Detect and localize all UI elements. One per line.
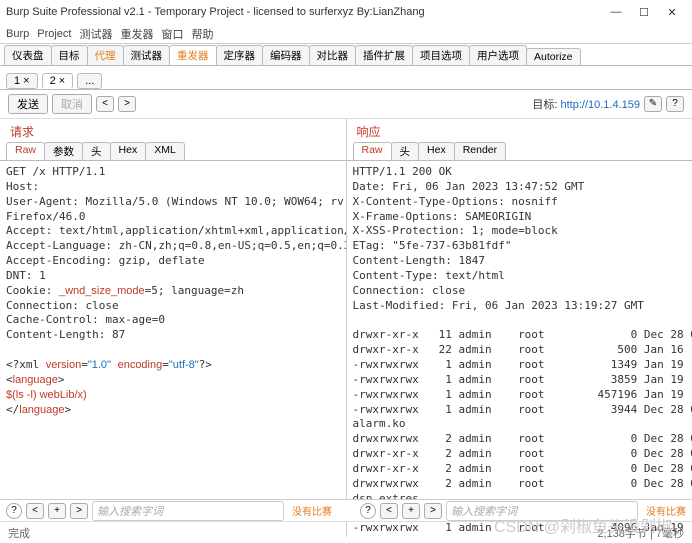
search-next-r[interactable]: + [402,503,420,519]
tab-编码器[interactable]: 编码器 [262,45,310,65]
send-button[interactable]: 发送 [8,94,48,114]
repeater-tab-0[interactable]: 1 × [6,73,38,89]
no-match-right: 没有比赛 [646,503,686,518]
action-row: 发送 取消 < > 目标: http://10.1.4.159 ✎ ? [0,90,692,119]
response-pane: 响应 Raw头HexRender HTTP/1.1 200 OK Date: F… [347,119,692,537]
request-tab-参数[interactable]: 参数 [44,142,83,160]
help-button[interactable]: ? [666,96,684,112]
tab-插件扩展[interactable]: 插件扩展 [355,45,413,65]
response-title: 响应 [347,119,692,140]
request-tab-头[interactable]: 头 [82,142,111,160]
search-bar: ? < + > 输入搜索字词 没有比赛 ? < + > 输入搜索字词 没有比赛 [0,499,692,521]
status-right: 2,138字节 | 7毫秒 [597,525,684,541]
menu-测试器[interactable]: 测试器 [80,26,113,42]
repeater-tab-1[interactable]: 2 × [42,73,74,89]
request-pane: 请求 Raw参数头HexXML GET /x HTTP/1.1 Host: Us… [0,119,347,537]
target-edit-icon[interactable]: ✎ [644,96,662,112]
tab-用户选项[interactable]: 用户选项 [469,45,527,65]
response-tabs: Raw头HexRender [347,140,692,161]
gear-icon-right[interactable]: ? [360,503,376,519]
menu-帮助[interactable]: 帮助 [192,26,214,42]
search-more-r[interactable]: > [424,503,442,519]
search-next-button[interactable]: + [48,503,66,519]
response-tab-Raw[interactable]: Raw [353,142,392,160]
request-tab-XML[interactable]: XML [145,142,185,160]
tab-仪表盘[interactable]: 仪表盘 [4,45,52,65]
tab-重发器[interactable]: 重发器 [169,45,217,65]
menu-重发器[interactable]: 重发器 [121,26,154,42]
tab-目标[interactable]: 目标 [51,45,88,65]
menu-bar: Burp Project 测试器重发器窗口帮助 [0,24,692,44]
search-input-right[interactable]: 输入搜索字词 [446,501,638,521]
response-tab-头[interactable]: 头 [391,142,420,160]
menu-Project[interactable]: Project [37,28,71,40]
request-title: 请求 [0,119,346,140]
repeater-subtabs: 1 ×2 ×... [0,66,692,90]
request-tab-Hex[interactable]: Hex [110,142,147,160]
search-prev-button[interactable]: < [26,503,44,519]
response-content[interactable]: HTTP/1.1 200 OK Date: Fri, 06 Jan 2023 1… [347,161,692,537]
window-title: Burp Suite Professional v2.1 - Temporary… [6,6,602,18]
menu-Burp[interactable]: Burp [6,28,29,40]
status-bar: 完成 2,138字节 | 7毫秒 [0,521,692,543]
split-panes: 请求 Raw参数头HexXML GET /x HTTP/1.1 Host: Us… [0,119,692,537]
search-more-button[interactable]: > [70,503,88,519]
tab-测试器[interactable]: 测试器 [123,45,171,65]
search-prev-r[interactable]: < [380,503,398,519]
tab-代理[interactable]: 代理 [87,45,124,65]
tab-项目选项[interactable]: 项目选项 [412,45,470,65]
request-tabs: Raw参数头HexXML [0,140,346,161]
title-bar: Burp Suite Professional v2.1 - Temporary… [0,0,692,24]
response-tab-Render[interactable]: Render [454,142,506,160]
target-url[interactable]: http://10.1.4.159 [560,99,640,111]
tab-定序器[interactable]: 定序器 [216,45,264,65]
request-tab-Raw[interactable]: Raw [6,142,45,160]
search-input[interactable]: 输入搜索字词 [92,501,284,521]
gear-icon[interactable]: ? [6,503,22,519]
repeater-tab-2[interactable]: ... [77,73,102,89]
main-tabs: 仪表盘目标代理测试器重发器定序器编码器对比器插件扩展项目选项用户选项Autori… [0,44,692,66]
history-back-button[interactable]: < [96,96,114,112]
cancel-button[interactable]: 取消 [52,94,92,114]
request-content[interactable]: GET /x HTTP/1.1 Host: User-Agent: Mozill… [0,161,346,537]
response-tab-Hex[interactable]: Hex [418,142,455,160]
tab-Autorize[interactable]: Autorize [526,48,581,65]
target-label: 目标: http://10.1.4.159 [532,96,640,112]
close-button[interactable]: ✕ [658,6,686,19]
minimize-button[interactable]: — [602,6,630,18]
maximize-button[interactable]: ☐ [630,6,658,19]
status-left: 完成 [8,525,30,541]
history-forward-button[interactable]: > [118,96,136,112]
no-match-left: 没有比赛 [292,503,332,518]
tab-对比器[interactable]: 对比器 [309,45,357,65]
menu-窗口[interactable]: 窗口 [162,26,184,42]
